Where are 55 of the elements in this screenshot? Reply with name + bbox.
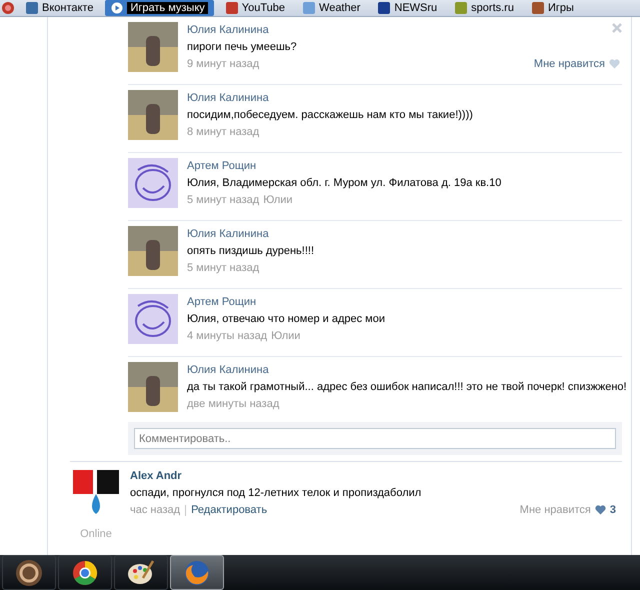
like-link[interactable]: Мне нравится 3: [520, 504, 616, 516]
bookmark-link[interactable]: Weather: [297, 0, 366, 16]
bookmark-icon: [455, 2, 468, 14]
comment-time: две минуты назад: [187, 398, 280, 410]
site-icon: [2, 2, 14, 14]
comment-time: 5 минут назад: [187, 194, 260, 206]
bookmark-icon: [26, 2, 38, 14]
author-link[interactable]: Юлия Калинина: [187, 228, 622, 240]
author-link[interactable]: Артем Рощин: [187, 160, 622, 172]
palette-icon: [127, 560, 155, 586]
play-music-button[interactable]: Играть музыку: [105, 0, 214, 16]
photo-placeholder: [128, 226, 178, 276]
author-link[interactable]: Юлия Калинина: [187, 24, 622, 36]
comment-time: 4 минуты назад: [187, 330, 268, 342]
bookmark-link[interactable]: Вконтакте: [20, 0, 100, 16]
browser-icon: [72, 560, 98, 586]
author-link[interactable]: Alex Andr: [130, 470, 622, 482]
photo-placeholder: [128, 22, 178, 72]
taskbar-button[interactable]: [2, 555, 56, 590]
online-status: Online: [80, 528, 112, 540]
bookmark-link[interactable]: NEWSru: [372, 0, 444, 16]
author-link[interactable]: Артем Рощин: [187, 296, 622, 308]
bookmark-link[interactable]: sports.ru: [449, 0, 520, 16]
taskbar-button[interactable]: [114, 555, 168, 590]
globe-icon: [183, 558, 211, 586]
photo-placeholder: [128, 90, 178, 140]
post-text: оспади, прогнулся под 12-летних телок и пропиздаболил: [130, 487, 422, 499]
bookmark-icon: [532, 2, 544, 14]
comment-time: 9 минут назад: [187, 58, 260, 70]
bookmark-link[interactable]: Игры: [526, 0, 580, 16]
comment-text: опять пиздишь дурень!!!!: [187, 245, 315, 257]
comment-time: 5 минут назад: [187, 262, 260, 274]
like-link[interactable]: Мне нравится: [534, 58, 620, 70]
post-time: час назад: [130, 504, 180, 516]
edit-link[interactable]: Редактировать: [191, 504, 268, 516]
sketch-picture: [128, 158, 178, 208]
comment-text: посидим,побеседуем. расскажешь нам кто мы такие!)))): [187, 109, 474, 121]
comment-time: 8 минут назад: [187, 126, 260, 138]
comment-field[interactable]: Комментировать..: [134, 428, 616, 449]
bookmark-icon: [378, 2, 390, 14]
author-link[interactable]: Юлия Калинина: [187, 92, 622, 104]
start-orb-icon: [15, 558, 43, 586]
taskbar-button[interactable]: [58, 555, 112, 590]
sketch-picture: [128, 294, 178, 344]
play-icon: [111, 2, 124, 14]
author-link[interactable]: Юлия Калинина: [187, 364, 627, 376]
comment-text: пироги печь умеешь?: [187, 41, 298, 53]
comment-text: да ты такой грамотный... адрес без ошибок написал!!! это не твой почерк! спизжжено!: [187, 381, 627, 393]
bookmark-link[interactable]: YouTube: [220, 0, 292, 16]
comment-text: Юлия, отвечаю что номер и адрес мои: [187, 313, 386, 325]
heart-icon: [609, 59, 620, 69]
bookmark-icon: [226, 2, 238, 14]
bookmark-icon: [303, 2, 316, 14]
comment-text: Юлия, Владимерская обл. г. Муром ул. Филатова д. 19а кв.10: [187, 177, 502, 189]
photo-placeholder: [128, 362, 178, 412]
